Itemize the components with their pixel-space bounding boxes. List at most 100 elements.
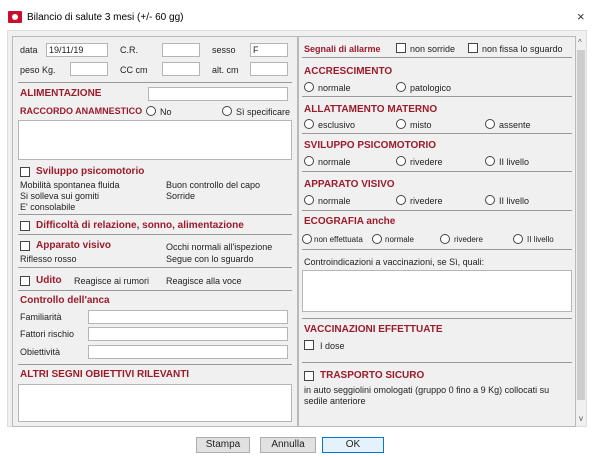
- controindicazioni-text[interactable]: [302, 270, 572, 312]
- cr-field[interactable]: [162, 43, 200, 57]
- sesso-field[interactable]: F: [250, 43, 288, 57]
- separator: [302, 133, 572, 134]
- consolabile-text: E' consolabile: [20, 202, 76, 212]
- accrescimento-normale-radio[interactable]: [304, 82, 314, 92]
- separator: [302, 96, 572, 97]
- obiettivita-field[interactable]: [88, 345, 288, 359]
- reagisce-rumori-text: Reagisce ai rumori: [74, 276, 150, 286]
- separator: [302, 362, 572, 363]
- separator: [302, 57, 572, 58]
- alimentazione-field[interactable]: [148, 87, 288, 101]
- close-icon[interactable]: ×: [577, 9, 585, 24]
- non-sorride-label: non sorride: [410, 44, 456, 54]
- separator: [302, 318, 572, 319]
- data-field[interactable]: 19/11/19: [46, 43, 108, 57]
- familiarita-field[interactable]: [88, 310, 288, 324]
- non-fissa-checkbox[interactable]: [468, 43, 478, 53]
- data-label: data: [20, 45, 38, 55]
- anca-title: Controllo dell'anca: [20, 295, 110, 306]
- peso-label: peso Kg.: [20, 65, 56, 75]
- visivo-livello-radio[interactable]: [485, 195, 495, 205]
- sviluppo-livello-label: II livello: [499, 157, 530, 167]
- ecografia-normale-radio[interactable]: [372, 234, 382, 244]
- raccordo-no-radio[interactable]: [146, 106, 156, 116]
- ecografia-livello-radio[interactable]: [513, 234, 523, 244]
- visivo-normale-radio[interactable]: [304, 195, 314, 205]
- cc-field[interactable]: [162, 62, 200, 76]
- fattori-field[interactable]: [88, 327, 288, 341]
- altri-segni-text[interactable]: [18, 384, 292, 422]
- controllo-capo-text: Buon controllo del capo: [166, 180, 261, 190]
- apparato-visivo-checkbox[interactable]: [20, 241, 30, 251]
- visivo-rivedere-radio[interactable]: [396, 195, 406, 205]
- mobilita-text: Mobilità spontanea fluida: [20, 180, 120, 190]
- altri-segni-title: ALTRI SEGNI OBIETTIVI RILEVANTI: [20, 369, 190, 380]
- raccordo-no-label: No: [160, 107, 172, 117]
- difficolta-checkbox[interactable]: [20, 221, 30, 231]
- window-title: Bilancio di salute 3 mesi (+/- 60 gg): [27, 12, 184, 23]
- ecografia-non-effettuata-radio[interactable]: [302, 234, 312, 244]
- ecografia-title: ECOGRAFIA anche: [304, 216, 396, 227]
- raccordo-text[interactable]: [18, 120, 292, 160]
- separator: [18, 234, 292, 235]
- separator: [302, 171, 572, 172]
- alt-field[interactable]: [250, 62, 288, 76]
- separator: [18, 82, 292, 83]
- visivo-livello-label: II livello: [499, 196, 530, 206]
- ok-button[interactable]: OK: [322, 437, 384, 453]
- visivo-rivedere-label: rivedere: [410, 196, 443, 206]
- familiarita-label: Familiarità: [20, 312, 62, 322]
- i-dose-label: I dose: [320, 341, 345, 351]
- annulla-button[interactable]: Annulla: [260, 437, 316, 453]
- scroll-up-icon[interactable]: ^: [578, 38, 582, 47]
- accrescimento-normale-label: normale: [318, 83, 351, 93]
- right-panel: [298, 36, 576, 427]
- sviluppo-right-title: SVILUPPO PSICOMOTORIO: [304, 140, 437, 151]
- allattamento-esclusivo-radio[interactable]: [304, 119, 314, 129]
- solleva-text: Si solleva sui gomiti: [20, 191, 100, 201]
- visivo-normale-label: normale: [318, 196, 351, 206]
- sviluppo-title: Sviluppo psicomotorio: [36, 166, 145, 177]
- accrescimento-title: ACCRESCIMENTO: [304, 66, 393, 77]
- stampa-button[interactable]: Stampa: [196, 437, 250, 453]
- scroll-down-icon[interactable]: v: [579, 414, 583, 423]
- trasporto-title: TRASPORTO SICURO: [320, 370, 425, 381]
- allattamento-assente-label: assente: [499, 120, 531, 130]
- non-sorride-checkbox[interactable]: [396, 43, 406, 53]
- sviluppo-checkbox[interactable]: [20, 167, 30, 177]
- sviluppo-livello-radio[interactable]: [485, 156, 495, 166]
- sesso-label: sesso: [212, 45, 236, 55]
- trasporto-checkbox[interactable]: [304, 371, 314, 381]
- scrollbar-thumb[interactable]: [577, 50, 585, 400]
- allattamento-esclusivo-label: esclusivo: [318, 120, 356, 130]
- occhi-text: Occhi normali all'ispezione: [166, 242, 273, 252]
- ecografia-rivedere-radio[interactable]: [440, 234, 450, 244]
- allattamento-misto-radio[interactable]: [396, 119, 406, 129]
- app-icon: [8, 11, 22, 23]
- raccordo-si-radio[interactable]: [222, 106, 232, 116]
- cr-label: C.R.: [120, 45, 138, 55]
- i-dose-checkbox[interactable]: [304, 340, 314, 350]
- segue-text: Segue con lo sguardo: [166, 254, 254, 264]
- obiettivita-label: Obiettività: [20, 347, 61, 357]
- cc-label: CC cm: [120, 65, 148, 75]
- visivo-title: APPARATO VISIVO: [304, 179, 395, 190]
- sviluppo-normale-radio[interactable]: [304, 156, 314, 166]
- separator: [302, 249, 572, 250]
- fattori-label: Fattori rischio: [20, 329, 75, 339]
- controindicazioni-label: Controindicazioni a vaccinazioni, se Sì,…: [304, 257, 485, 267]
- separator: [18, 214, 292, 215]
- accrescimento-patologico-radio[interactable]: [396, 82, 406, 92]
- ecografia-livello-label: II livello: [527, 235, 554, 244]
- non-fissa-label: non fissa lo sguardo: [482, 44, 563, 54]
- sviluppo-rivedere-label: rivedere: [410, 157, 443, 167]
- udito-checkbox[interactable]: [20, 276, 30, 286]
- udito-title: Udito: [36, 275, 62, 286]
- peso-field[interactable]: [70, 62, 108, 76]
- separator: [18, 290, 292, 291]
- riflesso-text: Riflesso rosso: [20, 254, 77, 264]
- allattamento-assente-radio[interactable]: [485, 119, 495, 129]
- vaccinazioni-title: VACCINAZIONI EFFETTUATE: [304, 324, 443, 335]
- raccordo-si-label: Sì specificare: [236, 107, 291, 117]
- sviluppo-rivedere-radio[interactable]: [396, 156, 406, 166]
